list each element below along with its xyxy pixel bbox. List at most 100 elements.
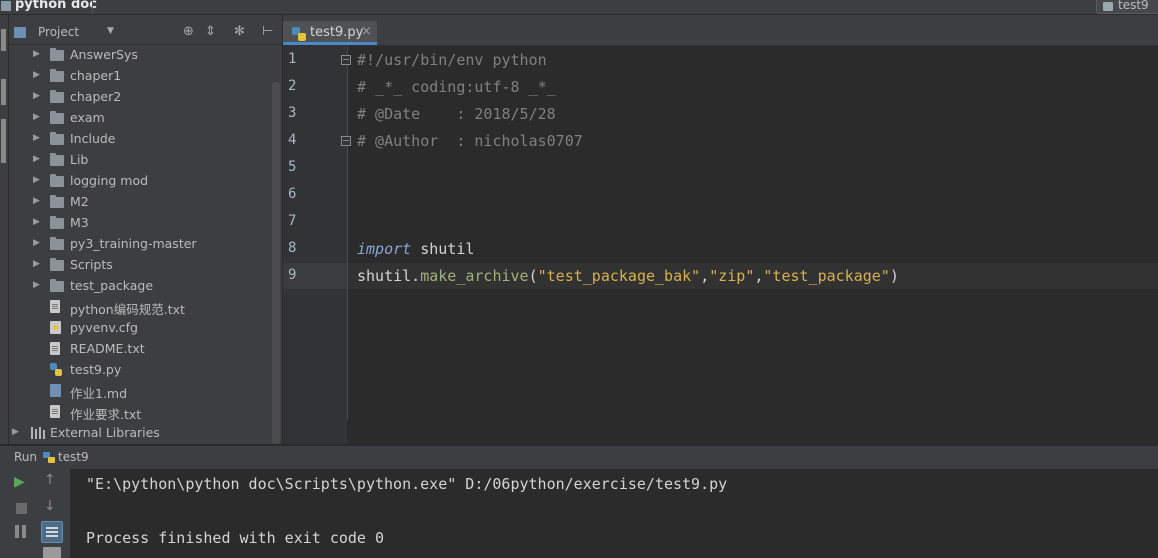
project-panel-title[interactable]: Project <box>38 25 79 39</box>
folder-icon <box>50 195 64 208</box>
tree-item[interactable]: ▶ M2 <box>9 192 271 213</box>
tree-item-label: exam <box>70 110 105 125</box>
run-tab-test9[interactable]: test9 <box>58 450 89 464</box>
expand-arrow-icon[interactable]: ▶ <box>33 112 40 122</box>
text-file-icon <box>50 342 60 355</box>
expand-arrow-icon[interactable]: ▶ <box>33 196 40 206</box>
chevron-down-icon[interactable]: ▼ <box>107 26 114 36</box>
tree-item[interactable]: ▶ py3_training-master <box>9 234 271 255</box>
tree-item-label: test9.py <box>70 362 122 377</box>
expand-arrow-icon[interactable]: ▶ <box>33 133 40 143</box>
left-tool-strip[interactable] <box>0 15 9 444</box>
tree-item[interactable]: README.txt <box>9 339 271 360</box>
line-number: 7 <box>288 213 297 229</box>
expand-arrow-icon[interactable]: ▶ <box>33 238 40 248</box>
tree-item[interactable]: ▶ M3 <box>9 213 271 234</box>
tree-item[interactable]: ▶ External Libraries <box>9 423 271 444</box>
run-configuration-label[interactable]: test9 <box>1118 0 1149 12</box>
tree-item[interactable]: test9.py <box>9 360 271 381</box>
code-line-2[interactable]: # _*_ coding:utf-8 _*_ <box>357 78 556 96</box>
tree-item[interactable]: 作业要求.txt <box>9 402 271 423</box>
project-tool-window-tab[interactable] <box>1 29 6 51</box>
expand-arrow-icon[interactable]: ▶ <box>33 70 40 80</box>
tree-item-label: python编码规范.txt <box>70 302 185 317</box>
expand-arrow-icon[interactable]: ▶ <box>33 280 40 290</box>
tree-item-label: External Libraries <box>50 425 160 440</box>
folder-icon <box>50 237 64 250</box>
project-scrollbar[interactable] <box>272 82 280 444</box>
project-title[interactable]: python doc <box>15 0 97 12</box>
tree-item-label: test_package <box>70 278 154 293</box>
run-panel-title: Run <box>14 450 38 464</box>
line-number: 4 <box>288 132 297 148</box>
tree-item-label: Scripts <box>70 257 113 272</box>
code-line-1[interactable]: #!/usr/bin/env python <box>357 51 547 69</box>
tree-item[interactable]: 作业1.md <box>9 381 271 402</box>
favorites-tool-window-tab[interactable] <box>1 119 6 163</box>
code-line-9[interactable]: shutil.make_archive("test_package_bak","… <box>357 267 899 285</box>
expand-arrow-icon[interactable]: ▶ <box>33 91 40 101</box>
tree-item[interactable]: ▶ Include <box>9 129 271 150</box>
tree-item[interactable]: ▶ Scripts <box>9 255 271 276</box>
tree-item[interactable]: ▶ AnswerSys <box>9 45 271 66</box>
collapse-all-icon[interactable]: ⇕ <box>205 24 216 39</box>
pause-icon[interactable] <box>14 525 28 539</box>
tree-item[interactable]: pyvenv.cfg <box>9 318 271 339</box>
folder-icon <box>50 216 64 229</box>
string-arg-1: "test_package_bak" <box>537 267 701 285</box>
hide-panel-icon[interactable]: ⊢ <box>262 24 273 39</box>
expand-arrow-icon[interactable]: ▶ <box>33 217 40 227</box>
comma: , <box>700 267 710 285</box>
expand-arrow-icon[interactable]: ▶ <box>33 49 40 59</box>
folder-icon <box>50 90 64 103</box>
soft-wrap-icon[interactable] <box>41 521 63 543</box>
expand-arrow-icon[interactable]: ▶ <box>12 427 19 437</box>
print-icon[interactable] <box>43 547 61 558</box>
run-panel-header <box>0 445 1158 470</box>
tree-item[interactable]: ▶ Lib <box>9 150 271 171</box>
gear-icon[interactable]: ✻ <box>234 24 245 39</box>
scroll-from-source-icon[interactable]: ⊕ <box>183 24 194 39</box>
code-line-4[interactable]: # @Author : nicholas0707 <box>357 132 583 150</box>
arrow-down-icon[interactable]: ↓ <box>44 498 56 514</box>
tab-label[interactable]: test9.py <box>310 25 363 40</box>
title-bar <box>0 0 1158 15</box>
tree-item[interactable]: ▶ logging mod <box>9 171 271 192</box>
editor-tab-bar <box>283 15 1158 46</box>
structure-tool-window-tab[interactable] <box>1 79 6 105</box>
tree-item[interactable]: ▶ chaper1 <box>9 66 271 87</box>
code-line-8[interactable]: import shutil <box>357 240 474 258</box>
line-number: 1 <box>288 51 297 67</box>
tree-item[interactable]: ▶ test_package <box>9 276 271 297</box>
expand-arrow-icon[interactable]: ▶ <box>33 259 40 269</box>
tree-item-label: chaper2 <box>70 89 122 104</box>
expand-arrow-icon[interactable]: ▶ <box>33 175 40 185</box>
string-arg-2: "zip" <box>709 267 755 285</box>
title-separator <box>92 0 93 14</box>
tree-item-label: py3_training-master <box>70 236 197 251</box>
arrow-up-icon[interactable]: ↑ <box>44 472 56 488</box>
folder-icon <box>50 258 64 271</box>
text-file-icon <box>50 300 60 313</box>
fold-marker-icon[interactable] <box>341 55 351 65</box>
tree-item-label: Include <box>70 131 116 146</box>
config-file-icon <box>50 321 61 334</box>
tree-item[interactable]: ▶ chaper2 <box>9 87 271 108</box>
close-paren: ) <box>889 267 899 285</box>
line-number: 5 <box>288 159 297 175</box>
console-line-exit: Process finished with exit code 0 <box>86 529 385 547</box>
close-icon[interactable]: × <box>361 24 372 39</box>
python-file-icon <box>43 452 55 463</box>
run-configuration-icon <box>1103 2 1113 11</box>
line-number: 2 <box>288 78 297 94</box>
project-view-icon <box>14 27 26 38</box>
module-ref: shutil. <box>357 267 421 285</box>
folder-icon <box>50 174 64 187</box>
rerun-icon[interactable]: ▶ <box>14 474 25 490</box>
fold-marker-icon[interactable] <box>341 136 351 146</box>
stop-icon[interactable] <box>16 503 27 514</box>
expand-arrow-icon[interactable]: ▶ <box>33 154 40 164</box>
tree-item[interactable]: ▶ exam <box>9 108 271 129</box>
tree-item[interactable]: python编码规范.txt <box>9 297 271 318</box>
code-line-3[interactable]: # @Date : 2018/5/28 <box>357 105 556 123</box>
